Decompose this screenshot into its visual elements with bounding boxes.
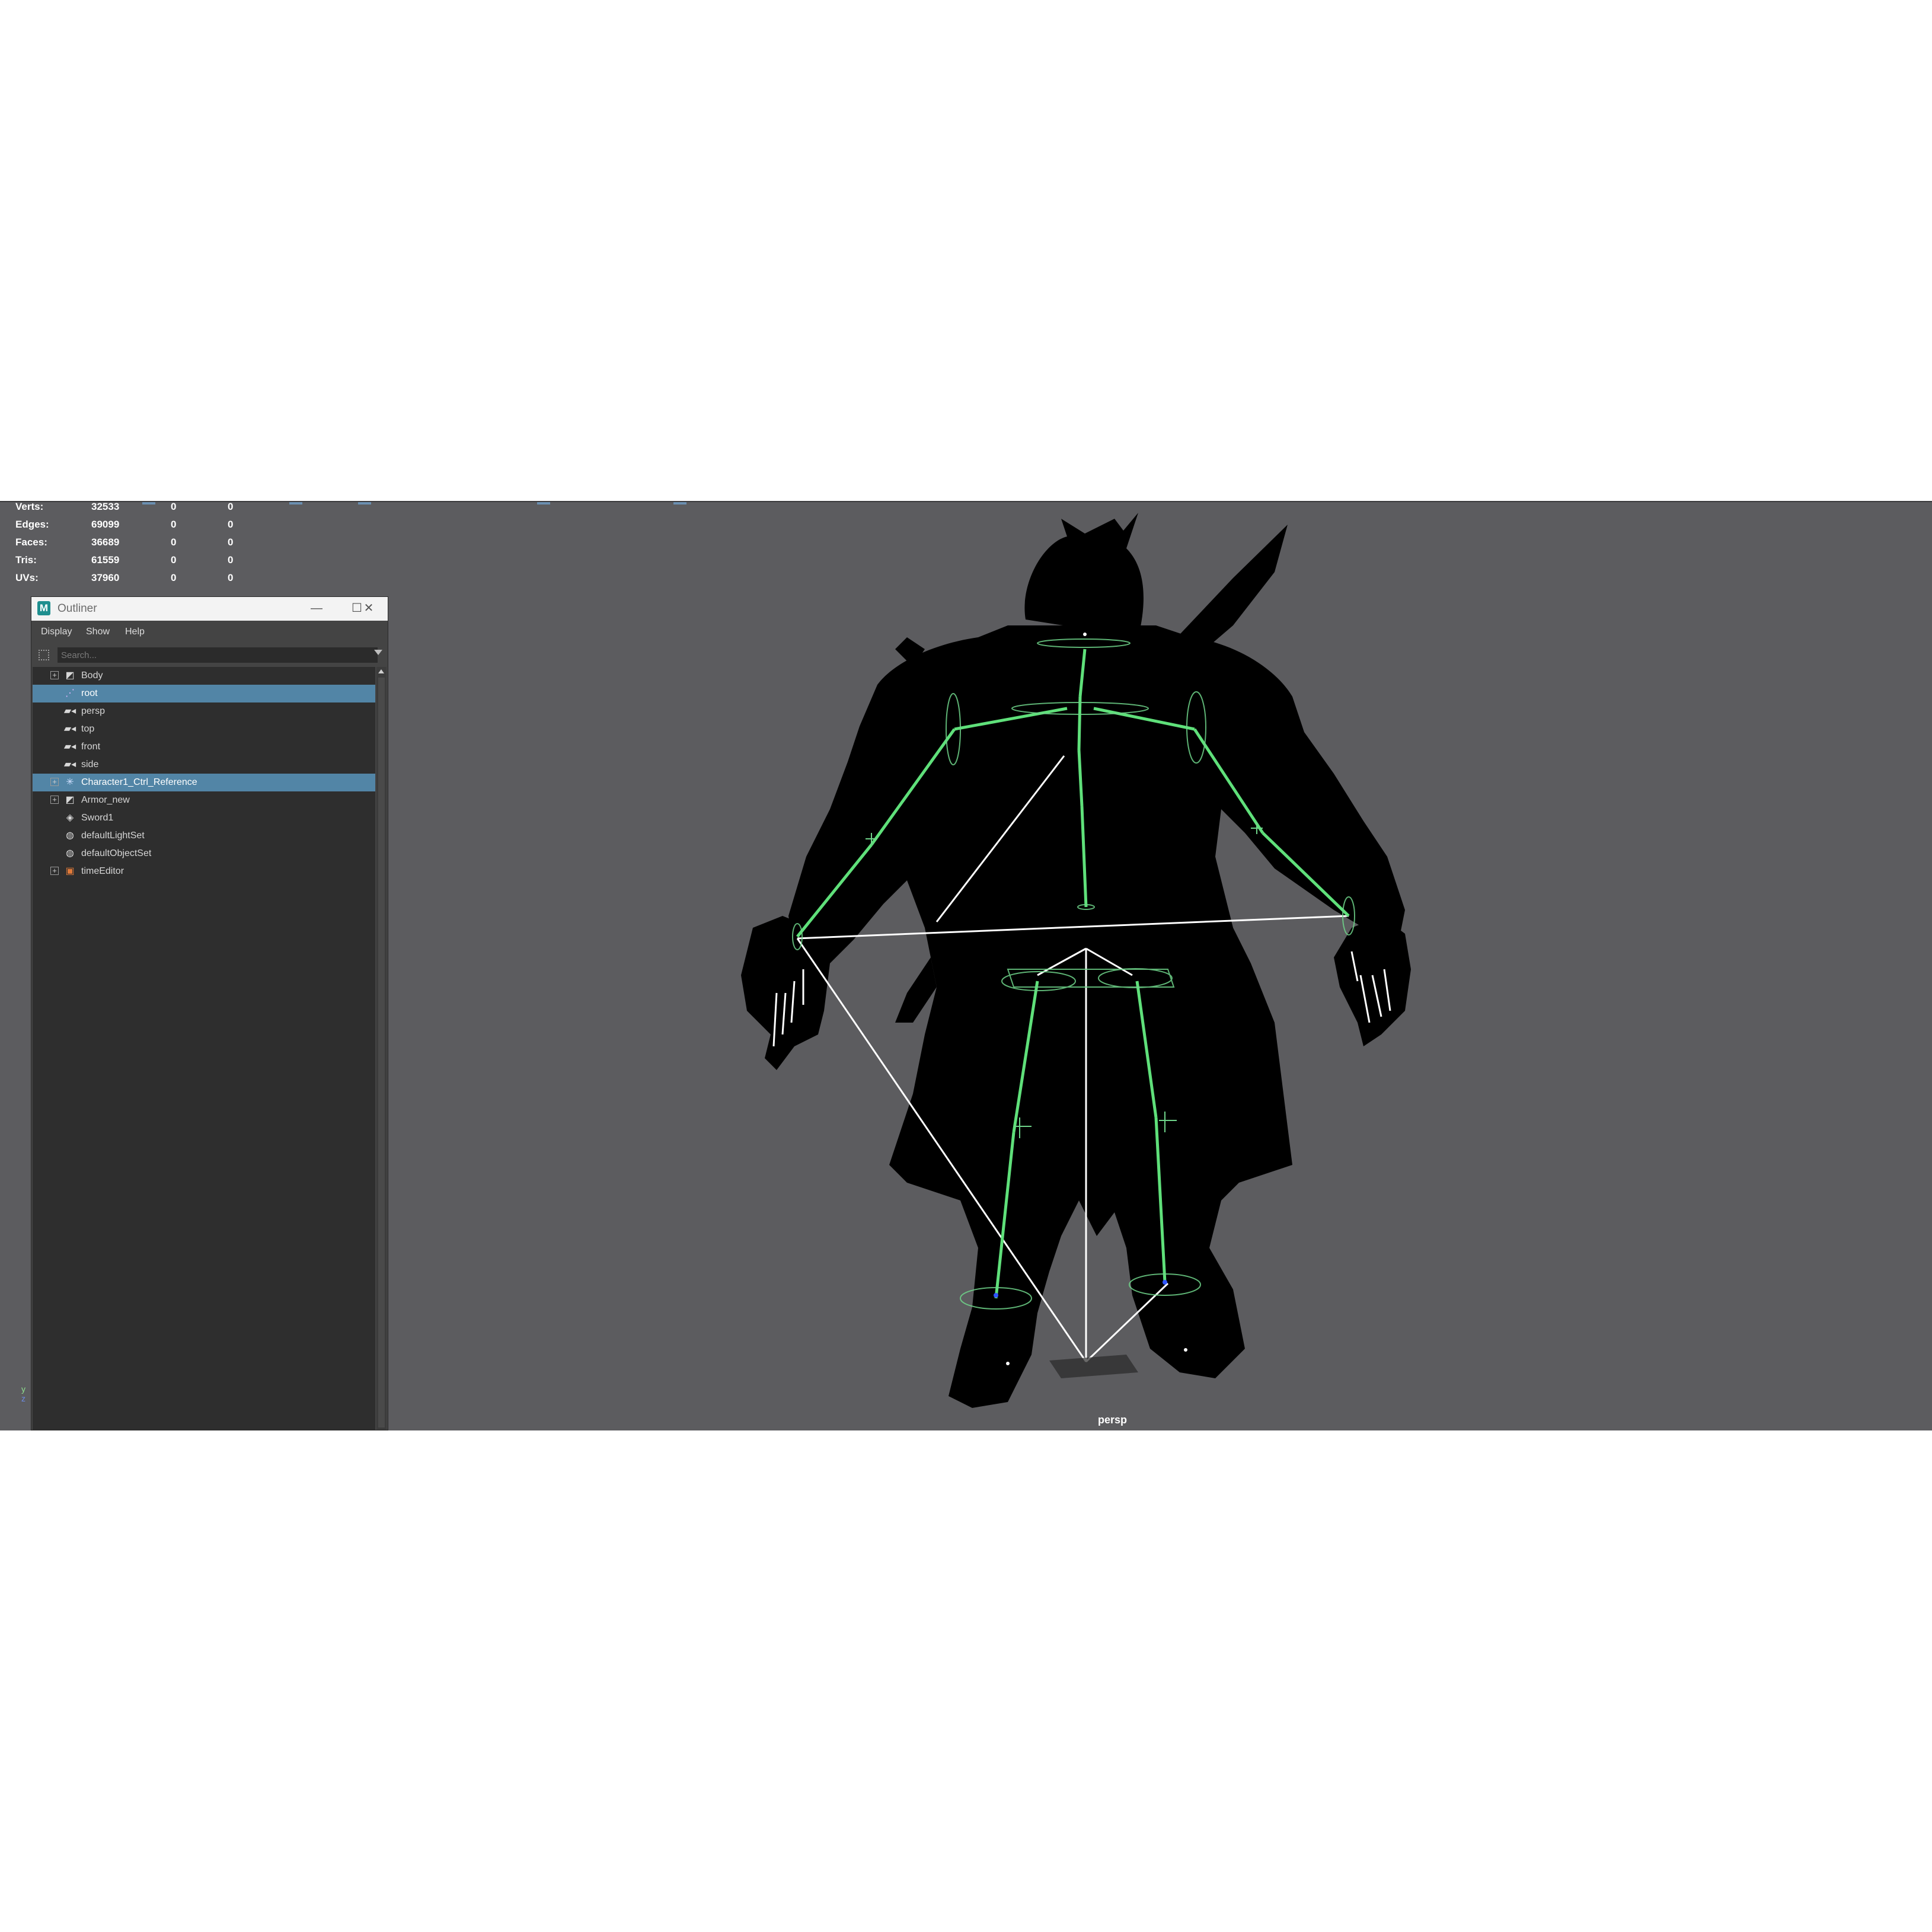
hud-value: 0 (228, 537, 234, 548)
mesh-icon: ◩ (65, 670, 75, 681)
hud-label: UVs: (15, 572, 39, 583)
hud-value: 37960 (91, 572, 120, 583)
search-input[interactable] (58, 647, 378, 663)
outliner-item-label: Armor_new (81, 795, 130, 805)
camera-name-label: persp (1098, 1414, 1128, 1426)
joint-icon: ⋰ (65, 688, 75, 698)
outliner-item[interactable]: ◍ defaultLightSet (33, 827, 375, 845)
menu-display[interactable]: Display (41, 627, 72, 637)
hud-row-faces: Faces: 36689 0 0 (15, 537, 253, 554)
maya-logo-icon: M (37, 601, 50, 615)
outliner-item-label: root (81, 688, 98, 698)
outliner-item-label: Sword1 (81, 813, 114, 823)
hik-reference-icon: ✳ (66, 777, 74, 787)
hud-label: Verts: (15, 501, 44, 512)
hud-row-verts: Verts: 32533 0 0 (15, 501, 253, 519)
outliner-titlebar[interactable]: M Outliner — ☐ ✕ (31, 597, 388, 621)
outliner-item-label: Character1_Ctrl_Reference (81, 777, 197, 787)
outliner-item[interactable]: ⋰ root (33, 685, 375, 702)
axis-y-label: y (21, 1384, 25, 1394)
hud-value: 0 (171, 519, 177, 530)
outliner-item-label: defaultObjectSet (81, 848, 152, 858)
outliner-menubar: Display Show Help (31, 621, 388, 644)
outliner-item[interactable]: ▰◂ top (33, 720, 375, 738)
hud-value: 0 (228, 554, 234, 566)
outliner-item-label: top (81, 724, 95, 734)
floor-handle (1049, 1355, 1138, 1378)
set-icon: ◍ (66, 831, 74, 841)
head-shape (1024, 513, 1144, 637)
outliner-item[interactable]: + ◩ Armor_new (33, 791, 375, 809)
window-title: Outliner (58, 602, 97, 615)
menu-help[interactable]: Help (125, 627, 145, 637)
outliner-item[interactable]: + ◩ Body (33, 667, 375, 685)
nurbs-icon: ◈ (66, 813, 74, 823)
expand-icon[interactable]: + (50, 796, 59, 804)
outliner-item[interactable]: ▰◂ side (33, 756, 375, 774)
outliner-item-label: side (81, 759, 99, 769)
hud-value: 61559 (91, 554, 120, 566)
expand-icon[interactable]: + (50, 671, 59, 679)
hud-value: 32533 (91, 501, 120, 512)
outliner-item[interactable]: + ✳ Character1_Ctrl_Reference (33, 774, 375, 791)
hud-row-uvs: UVs: 37960 0 0 (15, 572, 253, 590)
hud-value: 0 (171, 572, 177, 583)
outliner-scrollbar[interactable] (376, 667, 387, 1430)
search-options-dropdown-icon[interactable] (374, 650, 382, 655)
mesh-icon: ◩ (65, 795, 75, 805)
hud-label: Faces: (15, 537, 47, 548)
outliner-tree[interactable]: + ◩ Body ⋰ root ▰◂ persp ▰◂ top ▰◂ front ▰◂ side + ✳ Ch… (33, 667, 375, 1430)
select-all-icon[interactable] (39, 650, 49, 660)
hud-value: 0 (171, 554, 177, 566)
outliner-window[interactable]: M Outliner — ☐ ✕ Display Show Help + ◩ Bod… (31, 596, 388, 1430)
outliner-item-label: front (81, 742, 101, 752)
close-button[interactable]: ✕ (360, 599, 378, 617)
hud-value: 0 (171, 537, 177, 548)
camera-icon: ▰◂ (63, 706, 76, 716)
camera-icon: ▰◂ (63, 742, 76, 752)
hud-value: 36689 (91, 537, 120, 548)
outliner-item[interactable]: ◍ defaultObjectSet (33, 845, 375, 863)
scrollbar-thumb[interactable] (378, 678, 385, 1428)
outliner-item-label: defaultLightSet (81, 831, 145, 841)
hud-label: Tris: (15, 554, 37, 566)
right-hand-shape (1334, 916, 1411, 1046)
outliner-item[interactable]: + ▣ timeEditor (33, 863, 375, 880)
axis-z-label: z (21, 1394, 25, 1403)
camera-icon: ▰◂ (63, 724, 76, 734)
search-row (31, 644, 388, 666)
minimize-button[interactable]: — (308, 599, 325, 617)
view-axis-indicator: y z (21, 1384, 25, 1403)
outliner-item[interactable]: ▰◂ front (33, 738, 375, 756)
expand-icon[interactable]: + (50, 867, 59, 875)
time-editor-icon: ▣ (65, 866, 75, 876)
scroll-up-arrow-icon[interactable] (378, 669, 384, 673)
hud-row-tris: Tris: 61559 0 0 (15, 554, 253, 572)
outliner-item-label: Body (81, 670, 103, 681)
hud-value: 0 (228, 572, 234, 583)
outliner-item-label: timeEditor (81, 866, 124, 876)
body-shape (788, 625, 1405, 1408)
outliner-item-label: persp (81, 706, 106, 716)
menu-show[interactable]: Show (86, 627, 110, 637)
set-icon: ◍ (66, 848, 74, 858)
outliner-item[interactable]: ◈ Sword1 (33, 809, 375, 827)
hud-value: 0 (171, 501, 177, 512)
hud-value: 0 (228, 519, 234, 530)
hud-label: Edges: (15, 519, 49, 530)
camera-icon: ▰◂ (63, 759, 76, 769)
expand-icon[interactable]: + (50, 778, 59, 786)
hud-row-edges: Edges: 69099 0 0 (15, 519, 253, 537)
hud-value: 0 (228, 501, 234, 512)
outliner-item[interactable]: ▰◂ persp (33, 702, 375, 720)
hud-value: 69099 (91, 519, 120, 530)
